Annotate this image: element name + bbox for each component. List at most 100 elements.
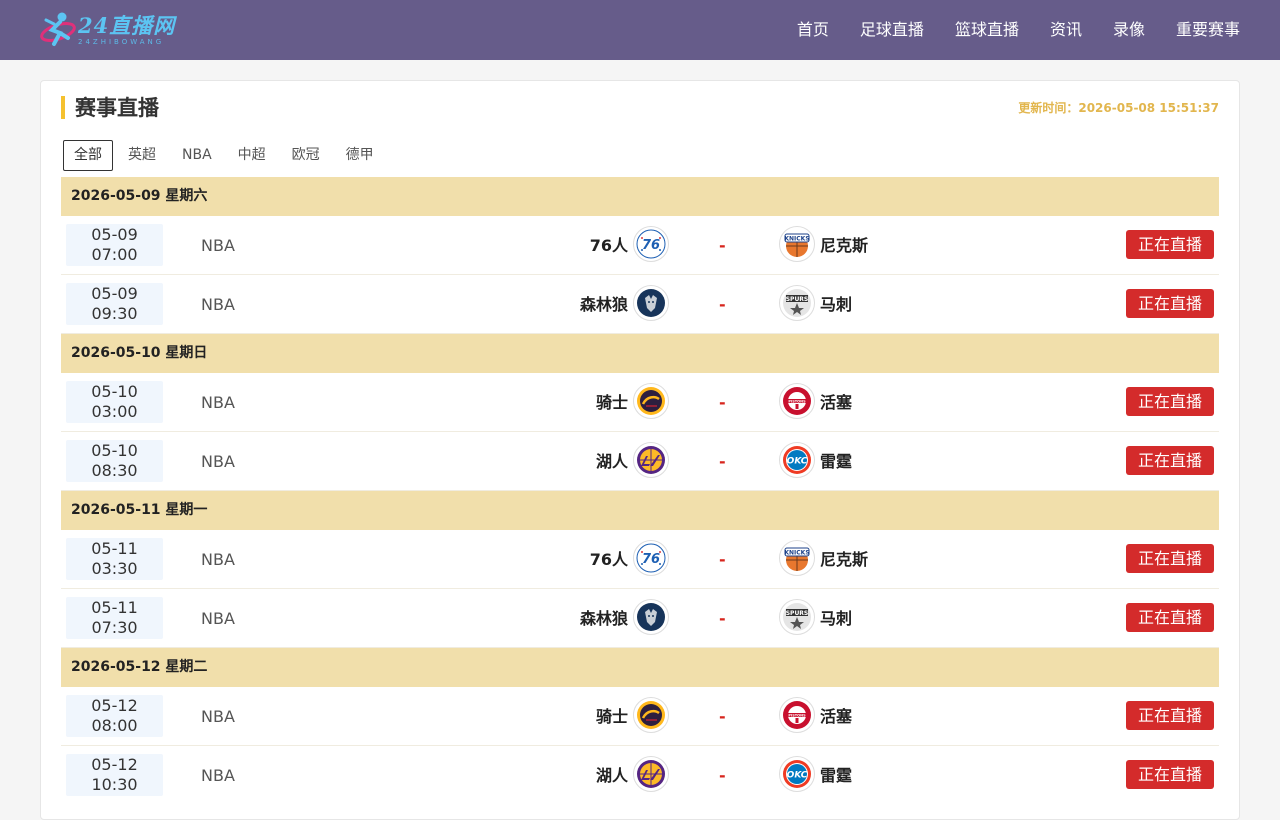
away-team[interactable]: SPURS 马刺 <box>779 599 852 635</box>
nav-basketball-live[interactable]: 篮球直播 <box>955 0 1019 60</box>
match-row[interactable]: 05-09 07:00 NBA 76人 76 - KNICKS 尼克斯 正在直播 <box>61 216 1219 275</box>
away-team[interactable]: KNICKS 尼克斯 <box>779 226 868 262</box>
watch-live-button[interactable]: 正在直播 <box>1126 603 1214 632</box>
home-team[interactable]: 骑士 <box>596 697 669 733</box>
main-nav: 首页 足球直播 篮球直播 资讯 录像 重要赛事 <box>766 0 1240 60</box>
away-team-name: 雷霆 <box>820 452 853 471</box>
watch-live-button[interactable]: 正在直播 <box>1126 544 1214 573</box>
site-header: 24直播网 24ZHIBOWANG 首页 足球直播 篮球直播 资讯 录像 重要赛… <box>0 0 1280 60</box>
match-clock: 07:00 <box>91 245 138 264</box>
cavaliers-logo-icon <box>633 697 669 733</box>
watch-live-button[interactable]: 正在直播 <box>1126 387 1214 416</box>
tab-all[interactable]: 全部 <box>63 140 113 171</box>
spurs-logo-icon: SPURS <box>779 599 815 635</box>
home-team-name: 森林狼 <box>579 609 628 628</box>
away-team[interactable]: OKC 雷霆 <box>779 756 852 792</box>
home-team[interactable]: 森林狼 <box>580 285 669 321</box>
nav-replays[interactable]: 录像 <box>1113 0 1145 60</box>
match-row[interactable]: 05-09 09:30 NBA 森林狼 - SPURS 马刺 正在直播 <box>61 275 1219 334</box>
away-team[interactable]: OKC 雷霆 <box>779 442 852 478</box>
watch-live-button[interactable]: 正在直播 <box>1126 289 1214 318</box>
match-row[interactable]: 05-11 03:30 NBA 76人 76 - KNICKS 尼克斯 正在直播 <box>61 530 1219 589</box>
match-date: 05-12 <box>91 696 138 715</box>
lakers-logo-icon <box>633 442 669 478</box>
sixers-logo-icon: 76 <box>633 226 669 262</box>
watch-live-button[interactable]: 正在直播 <box>1126 230 1214 259</box>
tab-nba[interactable]: NBA <box>171 140 223 171</box>
site-logo[interactable]: 24直播网 24ZHIBOWANG <box>40 0 210 60</box>
timberwolves-logo-icon <box>633 285 669 321</box>
home-team[interactable]: 76人 76 <box>590 226 669 262</box>
away-team[interactable]: SPURS 马刺 <box>779 285 852 321</box>
score-separator: - <box>719 707 726 726</box>
watch-live-button[interactable]: 正在直播 <box>1126 760 1214 789</box>
tab-csl[interactable]: 中超 <box>227 140 277 171</box>
league-name: NBA <box>201 452 235 471</box>
match-date: 05-09 <box>91 284 138 303</box>
home-team-name: 76人 <box>589 550 628 569</box>
runner-logo-icon <box>40 8 76 52</box>
knicks-logo-icon: KNICKS <box>779 540 815 576</box>
tab-epl[interactable]: 英超 <box>117 140 167 171</box>
away-team-name: 尼克斯 <box>820 236 869 255</box>
home-team[interactable]: 骑士 <box>596 383 669 419</box>
live-matches-panel: 赛事直播 更新时间：2026-05-08 15:51:37 全部 英超 NBA … <box>40 80 1240 820</box>
score-separator: - <box>719 766 726 785</box>
match-row[interactable]: 05-12 08:00 NBA 骑士 - PISTONS 活塞 正在直播 <box>61 687 1219 746</box>
match-clock: 03:30 <box>91 559 138 578</box>
pistons-logo-icon: PISTONS <box>779 383 815 419</box>
league-name: NBA <box>201 707 235 726</box>
nav-news[interactable]: 资讯 <box>1050 0 1082 60</box>
match-row[interactable]: 05-10 08:30 NBA 湖人 - OKC 雷霆 正在直播 <box>61 432 1219 491</box>
match-row[interactable]: 05-11 07:30 NBA 森林狼 - SPURS 马刺 正在直播 <box>61 589 1219 648</box>
score-separator: - <box>719 393 726 412</box>
update-label: 更新时间： <box>1018 101 1079 115</box>
match-date: 05-11 <box>91 598 138 617</box>
watch-live-button[interactable]: 正在直播 <box>1126 701 1214 730</box>
away-team-name: 马刺 <box>820 295 853 314</box>
day-header: 2026-05-12 星期二 <box>61 648 1219 687</box>
svg-text:76: 76 <box>642 238 660 253</box>
home-team[interactable]: 湖人 <box>596 756 669 792</box>
league-name: NBA <box>201 236 235 255</box>
match-row[interactable]: 05-12 10:30 NBA 湖人 - OKC 雷霆 正在直播 <box>61 746 1219 805</box>
league-name: NBA <box>201 393 235 412</box>
match-time: 05-10 08:30 <box>66 440 163 482</box>
away-team[interactable]: PISTONS 活塞 <box>779 383 852 419</box>
match-time: 05-09 07:00 <box>66 224 163 266</box>
tab-bundesliga[interactable]: 德甲 <box>335 140 385 171</box>
home-team[interactable]: 森林狼 <box>580 599 669 635</box>
timberwolves-logo-icon <box>633 599 669 635</box>
home-team[interactable]: 湖人 <box>596 442 669 478</box>
match-time: 05-11 07:30 <box>66 597 163 639</box>
svg-text:KNICKS: KNICKS <box>784 550 809 557</box>
day-header: 2026-05-09 星期六 <box>61 177 1219 216</box>
score-separator: - <box>719 452 726 471</box>
league-name: NBA <box>201 295 235 314</box>
home-team-name: 骑士 <box>595 707 628 726</box>
league-name: NBA <box>201 609 235 628</box>
watch-live-button[interactable]: 正在直播 <box>1126 446 1214 475</box>
nav-football-live[interactable]: 足球直播 <box>860 0 924 60</box>
match-row[interactable]: 05-10 03:00 NBA 骑士 - PISTONS 活塞 正在直播 <box>61 373 1219 432</box>
nav-home[interactable]: 首页 <box>797 0 829 60</box>
score-separator: - <box>719 609 726 628</box>
away-team-name: 雷霆 <box>820 766 853 785</box>
logo-title: 24直播网 <box>78 12 176 38</box>
nav-major-events[interactable]: 重要赛事 <box>1176 0 1240 60</box>
match-list: 2026-05-09 星期六 05-09 07:00 NBA 76人 76- KNICKS 尼… <box>61 177 1219 805</box>
away-team[interactable]: KNICKS 尼克斯 <box>779 540 868 576</box>
spurs-logo-icon: SPURS <box>779 285 815 321</box>
home-team[interactable]: 76人 76 <box>590 540 669 576</box>
svg-text:OKC: OKC <box>787 771 808 781</box>
lakers-logo-icon <box>633 756 669 792</box>
score-separator: - <box>719 295 726 314</box>
pistons-logo-icon: PISTONS <box>779 697 815 733</box>
away-team[interactable]: PISTONS 活塞 <box>779 697 852 733</box>
away-team-name: 马刺 <box>820 609 853 628</box>
sixers-logo-icon: 76 <box>633 540 669 576</box>
match-time: 05-11 03:30 <box>66 538 163 580</box>
tab-ucl[interactable]: 欧冠 <box>281 140 331 171</box>
svg-text:SPURS: SPURS <box>786 296 809 303</box>
svg-text:76: 76 <box>642 552 660 567</box>
